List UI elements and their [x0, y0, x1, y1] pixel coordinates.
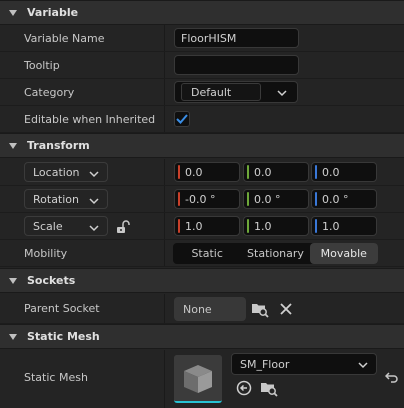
clear-x-icon[interactable] [278, 301, 294, 317]
x-axis-indicator [178, 165, 180, 179]
chevron-down-icon [89, 195, 99, 208]
tooltip-input[interactable] [174, 55, 299, 75]
section-title: Transform [27, 139, 90, 152]
location-y-field[interactable]: 0.0 [243, 162, 309, 182]
mobility-option-static[interactable]: Static [173, 243, 241, 264]
cube-thumbnail-icon [174, 355, 222, 401]
details-panel: Variable Variable Name FloorHISM Tooltip… [0, 0, 404, 408]
column-divider [164, 240, 165, 266]
editable-inherited-label: Editable when Inherited [24, 112, 156, 126]
scale-z-field[interactable]: 1.0 [311, 216, 377, 236]
static-mesh-dropdown[interactable]: SM_Floor [231, 353, 377, 375]
rotation-y-field[interactable]: 0.0 ° [243, 189, 309, 209]
reset-to-default-icon[interactable] [385, 370, 399, 384]
variable-name-label: Variable Name [24, 31, 105, 45]
category-value: Default [191, 86, 232, 99]
rotation-z-field[interactable]: 0.0 ° [311, 189, 377, 209]
use-selected-asset-icon[interactable] [236, 380, 252, 396]
location-z-value: 0.0 [322, 165, 340, 179]
column-divider [164, 159, 165, 185]
tooltip-row: Tooltip [0, 52, 404, 79]
category-text-field[interactable]: Default [181, 83, 261, 101]
collapse-arrow-icon [9, 142, 17, 150]
z-axis-indicator [315, 192, 317, 206]
column-divider [164, 186, 165, 212]
column-divider [164, 350, 165, 408]
x-axis-indicator [178, 192, 180, 206]
column-divider [164, 25, 165, 51]
scale-z-value: 1.0 [322, 219, 340, 233]
location-y-value: 0.0 [254, 165, 272, 179]
browse-folder-icon[interactable] [260, 379, 278, 397]
scale-x-field[interactable]: 1.0 [174, 216, 240, 236]
chevron-down-icon [89, 168, 99, 181]
chevron-down-icon [89, 222, 99, 235]
browse-folder-icon[interactable] [251, 300, 269, 318]
scale-label: Scale [33, 219, 63, 233]
parent-socket-picker[interactable]: None [174, 297, 246, 321]
z-axis-indicator [315, 165, 317, 179]
scale-x-value: 1.0 [185, 219, 203, 233]
y-axis-indicator [247, 219, 249, 233]
collapse-arrow-icon [9, 333, 17, 341]
rotation-mode-dropdown[interactable]: Rotation [24, 189, 108, 209]
editable-inherited-checkbox[interactable] [174, 111, 190, 127]
rotation-y-value: 0.0 ° [254, 192, 281, 206]
rotation-label: Rotation [33, 192, 80, 206]
location-x-field[interactable]: 0.0 [174, 162, 240, 182]
column-divider [164, 213, 165, 239]
parent-socket-label: Parent Socket [24, 302, 100, 315]
y-axis-indicator [247, 192, 249, 206]
static-mesh-thumbnail[interactable] [174, 355, 222, 403]
column-divider [164, 106, 165, 132]
location-mode-dropdown[interactable]: Location [24, 162, 108, 182]
static-mesh-value: SM_Floor [240, 357, 290, 371]
section-header-static-mesh[interactable]: Static Mesh [0, 324, 404, 349]
column-divider [164, 79, 165, 105]
section-header-variable[interactable]: Variable [0, 0, 404, 25]
rotation-row: Rotation -0.0 ° 0.0 ° 0.0 ° [0, 186, 404, 213]
category-label: Category [24, 85, 75, 99]
parent-socket-row: Parent Socket None [0, 294, 404, 324]
variable-name-input[interactable]: FloorHISM [174, 28, 299, 48]
tooltip-label: Tooltip [24, 58, 60, 72]
y-axis-indicator [247, 165, 249, 179]
scale-y-value: 1.0 [254, 219, 272, 233]
scale-mode-dropdown[interactable]: Scale [24, 216, 108, 236]
rotation-x-field[interactable]: -0.0 ° [174, 189, 240, 209]
column-divider [164, 52, 165, 78]
scale-row: Scale 1.0 1.0 1.0 [0, 213, 404, 240]
editable-inherited-row: Editable when Inherited [0, 106, 404, 133]
location-label: Location [33, 165, 80, 179]
rotation-z-value: 0.0 ° [322, 192, 349, 206]
mobility-option-stationary[interactable]: Stationary [241, 243, 309, 264]
scale-y-field[interactable]: 1.0 [243, 216, 309, 236]
collapse-arrow-icon [9, 9, 17, 17]
category-dropdown[interactable]: Default [174, 81, 298, 103]
z-axis-indicator [315, 219, 317, 233]
section-title: Variable [27, 6, 79, 19]
mobility-label: Mobility [24, 246, 68, 260]
mobility-option-movable[interactable]: Movable [309, 243, 378, 264]
collapse-arrow-icon [9, 277, 17, 285]
rotation-x-value: -0.0 ° [185, 192, 216, 206]
static-mesh-label: Static Mesh [24, 371, 88, 384]
chevron-down-icon [358, 359, 368, 372]
mobility-row: Mobility Static Stationary Movable [0, 240, 404, 267]
category-row: Category Default [0, 79, 404, 106]
x-axis-indicator [178, 219, 180, 233]
variable-name-row: Variable Name FloorHISM [0, 25, 404, 52]
location-row: Location 0.0 0.0 0.0 [0, 159, 404, 186]
section-title: Static Mesh [27, 330, 100, 343]
column-divider [164, 294, 165, 323]
mobility-segmented-control: Static Stationary Movable [173, 243, 378, 264]
section-title: Sockets [27, 274, 76, 287]
section-header-sockets[interactable]: Sockets [0, 268, 404, 293]
checkmark-icon [176, 114, 188, 124]
location-x-value: 0.0 [185, 165, 203, 179]
chevron-down-icon [277, 87, 287, 100]
unlock-icon[interactable] [116, 220, 130, 234]
location-z-field[interactable]: 0.0 [311, 162, 377, 182]
section-header-transform[interactable]: Transform [0, 133, 404, 158]
